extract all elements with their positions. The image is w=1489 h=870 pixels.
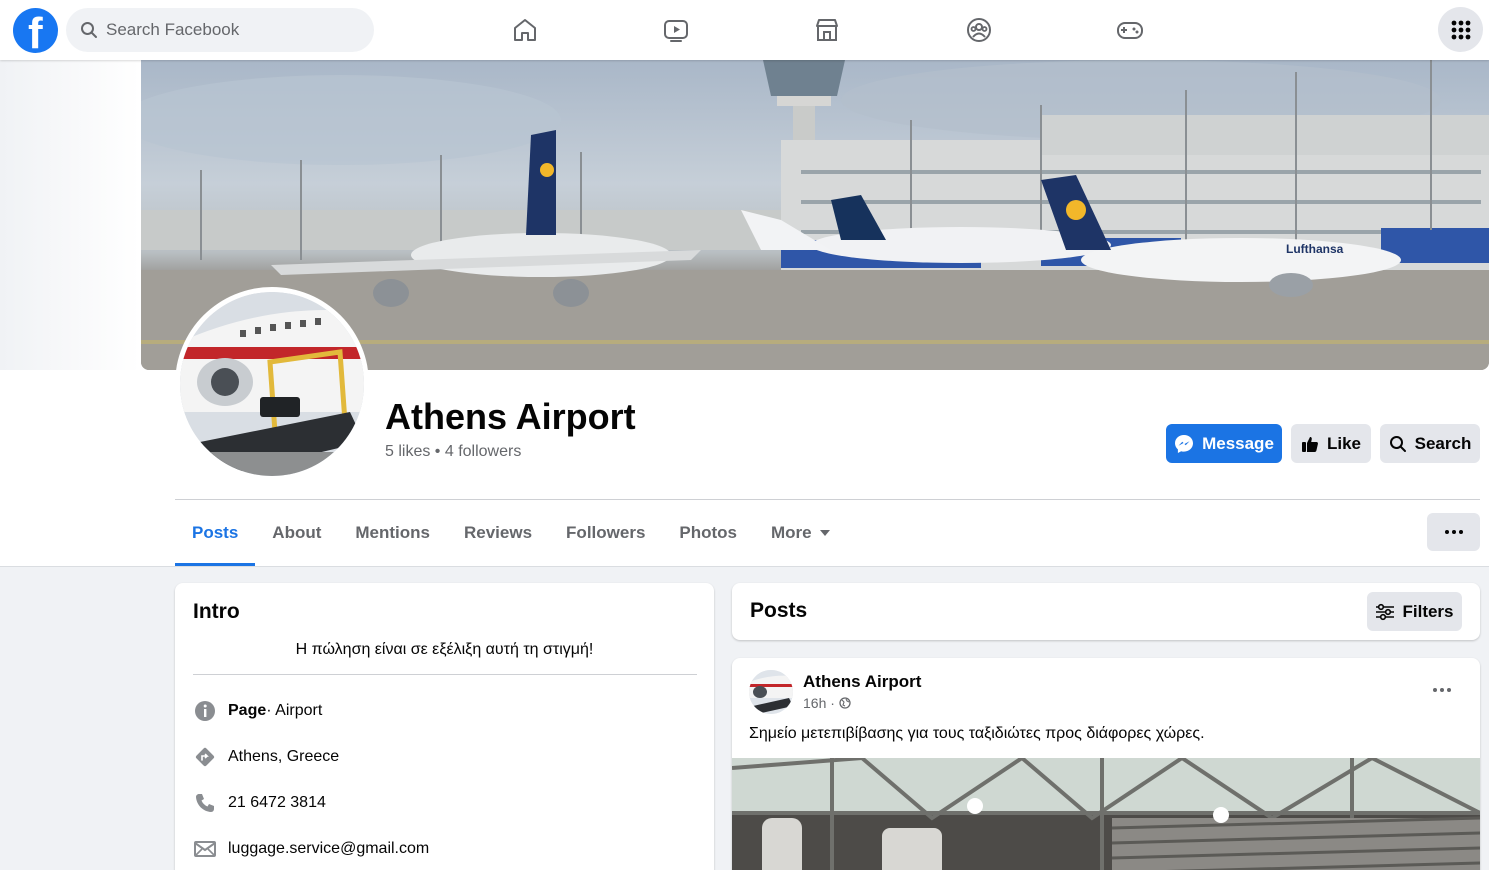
tab-mentions[interactable]: Mentions xyxy=(338,500,447,566)
post-text: Σημείο μετεπιβίβασης για τους ταξιδιώτες… xyxy=(749,725,1205,742)
posts-title: Posts xyxy=(750,599,808,622)
more-dots-icon xyxy=(1451,530,1456,534)
more-options-button[interactable] xyxy=(1427,513,1480,551)
search-icon xyxy=(1389,435,1406,452)
search-icon xyxy=(80,21,98,44)
more-dots-icon xyxy=(1458,530,1463,534)
header-bottom-border xyxy=(0,566,1489,567)
filters-icon xyxy=(1376,603,1395,620)
filters-button[interactable]: Filters xyxy=(1367,592,1462,631)
post-image[interactable] xyxy=(732,758,1480,870)
groups-icon[interactable] xyxy=(963,14,995,46)
directions-icon xyxy=(193,745,217,769)
top-navigation-bar: f xyxy=(0,0,1489,60)
search-facebook-box[interactable] xyxy=(66,8,374,52)
header-side-gradient xyxy=(0,60,140,370)
globe-icon xyxy=(839,697,851,709)
info-icon xyxy=(193,699,217,723)
page-search-button[interactable]: Search xyxy=(1380,424,1480,463)
intro-page-category: Page · Airport xyxy=(193,699,322,723)
message-button[interactable]: Message xyxy=(1166,424,1282,463)
svg-text:Lufthansa: Lufthansa xyxy=(1286,242,1344,256)
page-stats: 5 likes • 4 followers xyxy=(385,443,521,461)
posts-header-card: Posts Filters xyxy=(732,583,1480,640)
intro-bio: Η πώληση είναι σε εξέλιξη αυτή τη στιγμή… xyxy=(295,641,594,658)
thumbs-up-icon xyxy=(1301,436,1318,452)
intro-phone: 21 6472 3814 xyxy=(193,791,326,815)
watch-icon[interactable] xyxy=(660,14,692,46)
caret-down-icon xyxy=(819,530,830,536)
intro-title: Intro xyxy=(193,600,240,623)
post-author-avatar[interactable] xyxy=(749,670,793,714)
intro-divider xyxy=(193,674,697,675)
more-dots-icon xyxy=(1440,688,1444,692)
gaming-icon[interactable] xyxy=(1114,14,1146,46)
home-icon[interactable] xyxy=(509,14,541,46)
more-dots-icon xyxy=(1447,688,1451,692)
tab-reviews[interactable]: Reviews xyxy=(447,500,549,566)
stats-separator: • xyxy=(430,443,445,460)
more-dots-icon xyxy=(1444,530,1449,534)
marketplace-icon[interactable] xyxy=(811,14,843,46)
email-icon xyxy=(193,837,217,861)
search-input[interactable] xyxy=(106,8,356,52)
tab-followers[interactable]: Followers xyxy=(549,500,662,566)
like-button[interactable]: Like xyxy=(1291,424,1371,463)
tab-photos[interactable]: Photos xyxy=(662,500,754,566)
intro-card: Intro Η πώληση είναι σε εξέλιξη αυτή τη … xyxy=(175,583,714,870)
phone-icon xyxy=(193,791,217,815)
post-options-button[interactable] xyxy=(1422,678,1462,702)
post-author-name[interactable]: Athens Airport xyxy=(803,672,921,692)
profile-picture[interactable] xyxy=(175,287,369,481)
more-dots-icon xyxy=(1433,688,1437,692)
likes-count[interactable]: 5 likes xyxy=(385,443,430,460)
page-tabs: Posts About Mentions Reviews Followers P… xyxy=(175,500,847,566)
profile-photo-image xyxy=(180,292,364,476)
tab-posts[interactable]: Posts xyxy=(175,500,256,566)
post-meta: 16h · xyxy=(803,695,851,711)
facebook-logo[interactable]: f xyxy=(13,8,58,53)
post-time[interactable]: 16h · xyxy=(803,695,835,711)
page-title: Athens Airport xyxy=(385,396,636,437)
grid-menu-icon xyxy=(1451,20,1470,39)
messenger-icon xyxy=(1175,434,1194,453)
intro-email: luggage.service@gmail.com xyxy=(193,837,429,861)
post-card: Athens Airport 16h · Σημείο μετεπιβίβαση… xyxy=(732,658,1480,870)
tab-about[interactable]: About xyxy=(255,500,338,566)
grid-menu-button[interactable] xyxy=(1438,7,1483,52)
followers-count[interactable]: 4 followers xyxy=(445,443,521,460)
intro-location: Athens, Greece xyxy=(193,745,339,769)
tab-more[interactable]: More xyxy=(754,500,847,566)
